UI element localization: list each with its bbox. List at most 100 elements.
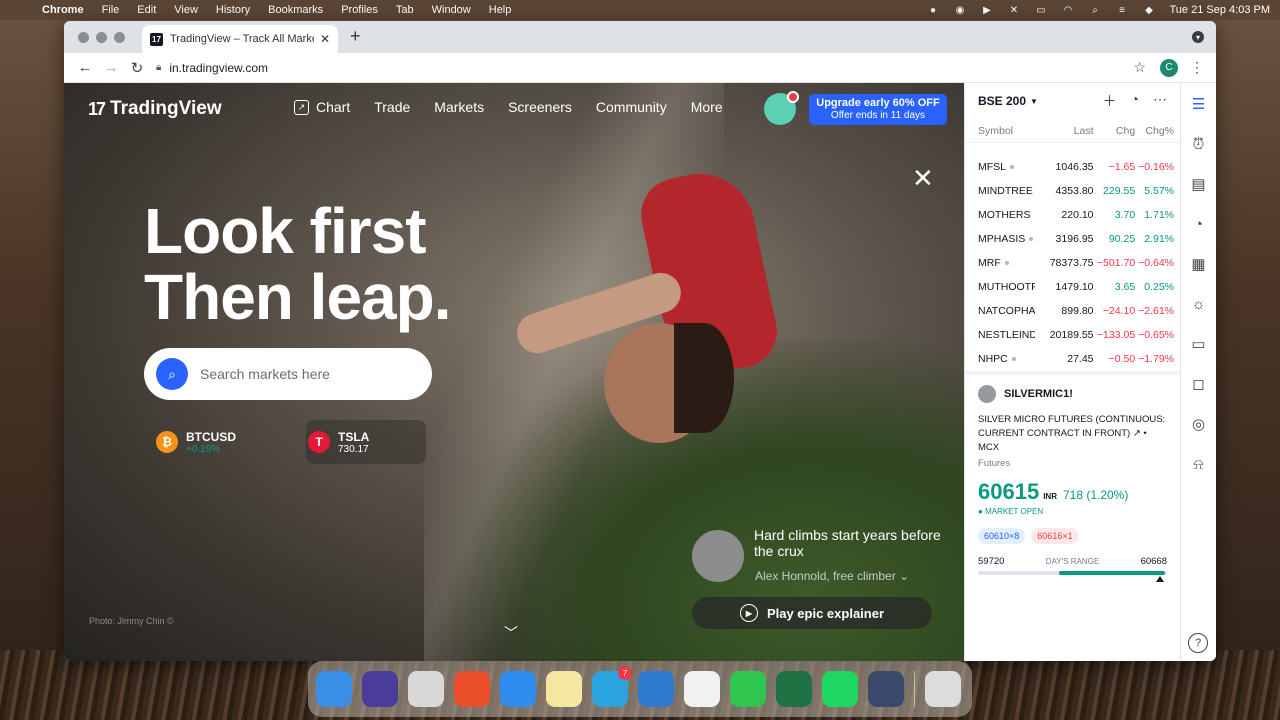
alarm-clock-icon[interactable]: ⏰︎ [1188,133,1210,155]
row-symbol-text: MINDTREE [978,185,1033,197]
brave-icon[interactable] [454,671,490,707]
menu-app-chrome[interactable]: Chrome [42,4,84,16]
menu-view[interactable]: View [174,4,198,16]
whatsapp-icon[interactable] [730,671,766,707]
safari-icon[interactable] [500,671,536,707]
play-status-icon[interactable]: ▶ [981,5,994,16]
control-center-icon[interactable]: ≡ [1116,5,1129,16]
profile-avatar[interactable]: C [1160,58,1178,77]
watchlist-icon[interactable]: ☰ [1188,93,1210,115]
help-icon[interactable]: ? [1188,633,1208,653]
ideas-lightbulb-icon[interactable]: ☼ [1188,293,1210,315]
nav-markets[interactable]: Markets [434,99,484,115]
battery-icon[interactable]: ▭ [1035,5,1048,16]
menu-profiles[interactable]: Profiles [341,4,378,16]
close-hero-icon[interactable]: ✕ [912,163,934,194]
detail-header[interactable]: SILVERMIC1! [978,385,1167,403]
record-icon[interactable]: ● [927,5,940,16]
siri-icon[interactable] [362,671,398,707]
excel-icon[interactable] [776,671,812,707]
spotlight-search-icon[interactable]: ⌕ [1089,5,1102,16]
nav-trade[interactable]: Trade [374,99,410,115]
table-row[interactable]: MINDTREE 4353.80 229.55 5.57% [965,179,1180,203]
telegram-icon[interactable]: 7 [592,666,632,707]
notification-icon[interactable]: ◉ [954,5,967,16]
notes-icon[interactable] [546,671,582,707]
menu-edit[interactable]: Edit [137,4,156,16]
table-row[interactable]: NESTLEIND 20189.55 −133.05 −0.65% [965,323,1180,347]
table-row[interactable]: MOTHERS 220.10 3.70 1.71% [965,203,1180,227]
mute-icon[interactable]: ✕ [1008,5,1021,16]
messages-icon[interactable]: ◻ [1188,373,1210,395]
nav-community[interactable]: Community [596,99,667,115]
search-icon[interactable]: ⌕ [156,358,188,390]
table-row[interactable] [965,143,1180,155]
hotlist-icon[interactable]: ◔ [1188,213,1210,235]
news-icon[interactable]: ▤ [1188,173,1210,195]
more-options-icon[interactable]: ⋯ [1153,91,1167,111]
siri-icon[interactable]: ◆ [1143,5,1156,16]
tab-search-icon[interactable]: ▾ [1192,31,1204,43]
lock-icon[interactable]: 🔒︎ [156,62,161,73]
nav-chart[interactable]: ↗ Chart [294,99,350,115]
streams-icon[interactable]: ◎ [1188,413,1210,435]
reload-button[interactable]: ↻ [124,59,150,77]
user-menu-avatar[interactable] [764,91,799,125]
col-symbol[interactable]: Symbol [978,125,1035,137]
watchlist-name[interactable]: BSE 200 [978,94,1026,108]
ticker-btcusd[interactable]: ₿ BTCUSD +0.19% [156,420,296,464]
back-button[interactable]: ← [72,59,98,76]
table-row[interactable]: NHPC 27.45 −0.50 −1.79% [965,347,1180,371]
minimize-window-button[interactable] [96,32,107,43]
edge-icon[interactable] [638,671,674,707]
col-chg[interactable]: Chg [1094,125,1135,137]
chevron-down-icon[interactable]: ▼ [1030,97,1038,106]
menu-file[interactable]: File [102,4,120,16]
menu-window[interactable]: Window [432,4,471,16]
browser-tab-tradingview[interactable]: 17 TradingView – Track All Markets ✕ [142,25,338,53]
play-explainer-button[interactable]: ▶ Play epic explainer [692,597,932,629]
wifi-icon[interactable]: ◠ [1062,5,1075,16]
scroll-down-chevron-icon[interactable]: ﹀ [504,623,518,643]
market-search[interactable]: ⌕ [144,348,432,400]
forward-button[interactable]: → [98,59,124,76]
menu-help[interactable]: Help [489,4,512,16]
ticker-tsla[interactable]: T TSLA 730.17 [306,420,426,464]
notifications-bell-icon[interactable]: ⍾ [1188,453,1210,475]
zoom-window-button[interactable] [114,32,125,43]
trash-icon[interactable] [925,671,961,707]
address-bar[interactable]: 🔒︎ in.tradingview.com [156,57,1123,79]
menubar-clock[interactable]: Tue 21 Sep 4:03 PM [1170,4,1271,16]
menu-tab[interactable]: Tab [396,4,414,16]
finder-icon[interactable] [316,671,352,707]
upgrade-button[interactable]: Upgrade early 60% OFF Offer ends in 11 d… [809,94,947,125]
calendar-icon[interactable]: ▦ [1188,253,1210,275]
table-row[interactable]: MRF 78373.75 −501.70 −0.64% [965,251,1180,275]
search-input[interactable] [200,366,420,382]
bookmark-star-icon[interactable]: ☆ [1133,59,1146,76]
table-row[interactable]: MPHASIS 3196.95 90.25 2.91% [965,227,1180,251]
nav-screeners[interactable]: Screeners [508,99,572,115]
col-chg-pct[interactable]: Chg% [1135,125,1174,137]
close-window-button[interactable] [78,32,89,43]
chrome-icon[interactable] [684,671,720,707]
table-row[interactable]: NATCOPHARM 899.80 −24.10 −2.61% [965,299,1180,323]
chevron-down-icon[interactable]: ⌄ [899,569,909,583]
menu-history[interactable]: History [216,4,250,16]
quicktime-icon[interactable] [868,671,904,707]
external-link-icon[interactable]: ↗ [1133,428,1141,439]
chrome-menu-icon[interactable]: ⋮ [1190,59,1204,76]
launchpad-icon[interactable] [408,671,444,707]
col-last[interactable]: Last [1035,125,1094,137]
chat-icon[interactable]: ▭ [1188,333,1210,355]
menu-bookmarks[interactable]: Bookmarks [268,4,323,16]
close-tab-icon[interactable]: ✕ [320,32,330,46]
tradingview-logo[interactable]: 17 TradingView [88,98,222,120]
nav-more[interactable]: More [691,99,723,115]
add-symbol-icon[interactable]: ＋ [1103,91,1117,111]
table-row[interactable]: MFSL 1046.35 −1.65 −0.16% [965,155,1180,179]
table-row[interactable]: MUTHOOTFIN 1479.10 3.65 0.25% [965,275,1180,299]
new-tab-button[interactable]: + [350,26,361,47]
advanced-view-icon[interactable]: ◔ [1131,91,1139,111]
spotify-icon[interactable] [822,671,858,707]
